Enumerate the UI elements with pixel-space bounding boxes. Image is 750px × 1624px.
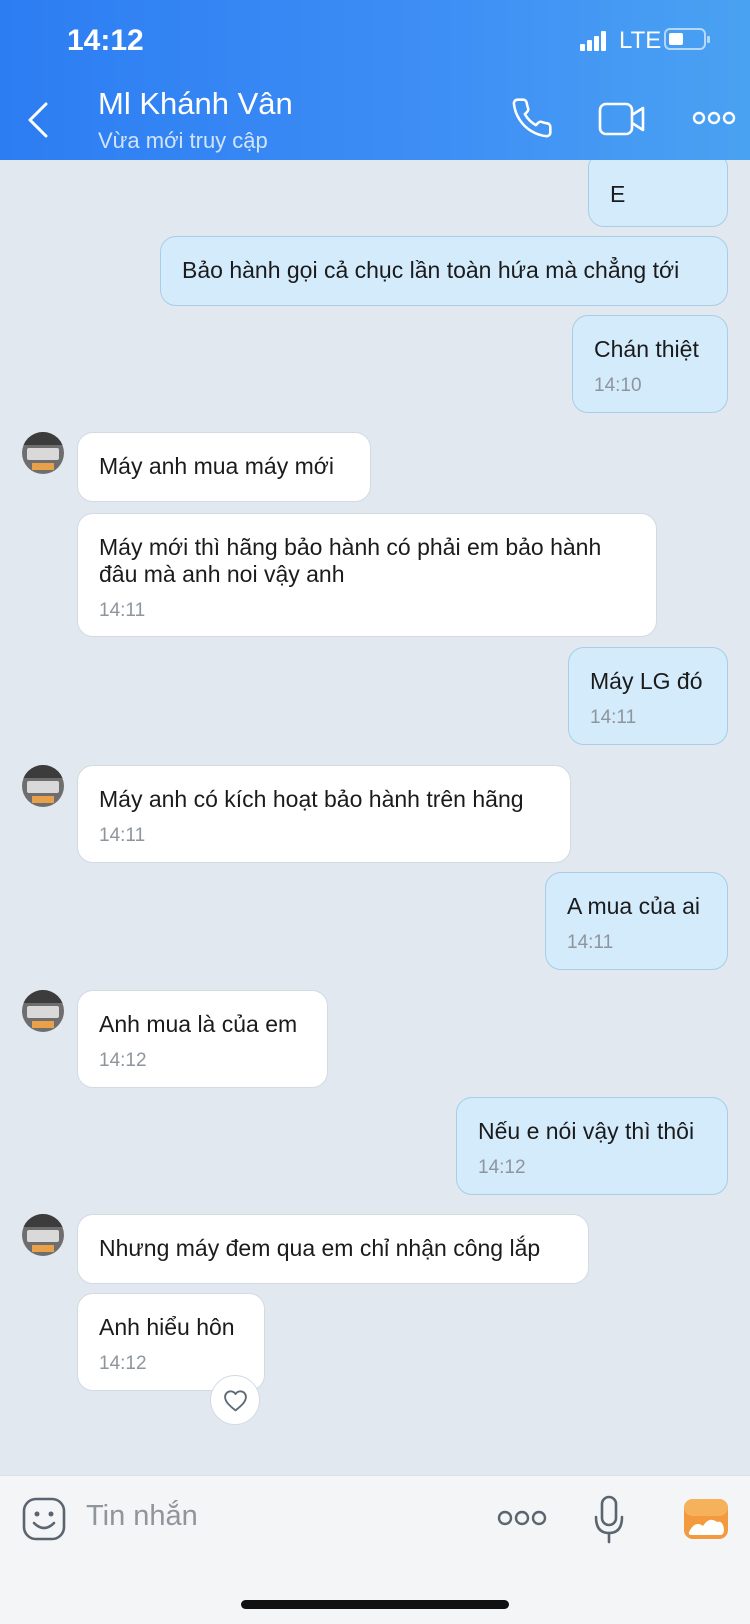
message-bubble-incoming[interactable]: Máy anh mua máy mới	[77, 432, 371, 502]
chat-header: 14:12 LTE Ml Khánh Vân Vừa mới truy cập	[0, 0, 750, 160]
avatar[interactable]	[22, 1214, 64, 1256]
avatar[interactable]	[22, 765, 64, 807]
more-options-icon[interactable]	[692, 110, 736, 126]
back-chevron-icon[interactable]	[22, 98, 58, 142]
message-bubble-outgoing[interactable]: E	[588, 160, 728, 227]
more-icon[interactable]	[497, 1508, 547, 1528]
message-bubble-incoming[interactable]: Máy mới thì hãng bảo hành có phải em bảo…	[77, 513, 657, 637]
message-input[interactable]: Tin nhắn	[86, 1500, 198, 1533]
video-call-icon[interactable]	[598, 100, 646, 138]
sticker-icon[interactable]	[22, 1497, 66, 1541]
message-time: 14:12	[99, 1353, 147, 1374]
contact-name[interactable]: Ml Khánh Vân	[98, 86, 293, 122]
message-text: Chán thiệt	[594, 336, 699, 362]
message-time: 14:11	[590, 707, 637, 728]
message-text: Anh mua là của em	[99, 1011, 298, 1037]
message-time: 14:12	[478, 1157, 526, 1178]
message-time: 14:11	[99, 600, 146, 621]
home-indicator	[241, 1600, 509, 1609]
message-bubble-outgoing[interactable]: Chán thiệt 14:10	[572, 315, 728, 413]
microphone-icon[interactable]	[592, 1495, 626, 1545]
chat-messages[interactable]: E Bảo hành gọi cả chục lần toàn hứa mà c…	[0, 160, 750, 1475]
message-time: 14:11	[99, 825, 146, 846]
message-bubble-outgoing[interactable]: Máy LG đó 14:11	[568, 647, 728, 745]
message-text: Anh hiểu hôn	[99, 1314, 235, 1340]
message-text: E	[610, 181, 626, 207]
message-bubble-incoming[interactable]: Máy anh có kích hoạt bảo hành trên hãng …	[77, 765, 571, 863]
phone-icon[interactable]	[510, 96, 554, 140]
message-text: Máy anh có kích hoạt bảo hành trên hãng	[99, 786, 524, 812]
message-bubble-outgoing[interactable]: Nếu e nói vậy thì thôi 14:12	[456, 1097, 728, 1195]
avatar[interactable]	[22, 432, 64, 474]
message-text: Nếu e nói vậy thì thôi	[478, 1118, 695, 1144]
message-time: 14:10	[594, 375, 642, 396]
message-bubble-outgoing[interactable]: A mua của ai 14:11	[545, 872, 728, 970]
contact-status: Vừa mới truy cập	[98, 128, 268, 153]
photo-gallery-icon[interactable]	[683, 1498, 729, 1540]
message-text: Máy anh mua máy mới	[99, 453, 334, 479]
message-text: Máy LG đó	[590, 668, 703, 694]
signal-strength-icon	[580, 31, 612, 51]
message-text: Máy mới thì hãng bảo hành có phải em bảo…	[99, 534, 602, 587]
message-text: Bảo hành gọi cả chục lần toàn hứa mà chẳ…	[182, 257, 680, 283]
message-text: Nhưng máy đem qua em chỉ nhận công lắp	[99, 1235, 541, 1261]
react-heart-button[interactable]	[210, 1375, 260, 1425]
avatar[interactable]	[22, 990, 64, 1032]
battery-icon	[664, 28, 710, 50]
message-time: 14:11	[567, 932, 614, 953]
message-bubble-outgoing[interactable]: Bảo hành gọi cả chục lần toàn hứa mà chẳ…	[160, 236, 728, 306]
network-type: LTE	[619, 27, 662, 54]
message-bubble-incoming[interactable]: Anh mua là của em 14:12	[77, 990, 328, 1088]
message-text: A mua của ai	[567, 893, 700, 919]
message-bubble-incoming[interactable]: Nhưng máy đem qua em chỉ nhận công lắp	[77, 1214, 589, 1284]
message-time: 14:12	[99, 1050, 147, 1071]
heart-icon	[224, 1390, 247, 1412]
status-time: 14:12	[67, 24, 144, 57]
